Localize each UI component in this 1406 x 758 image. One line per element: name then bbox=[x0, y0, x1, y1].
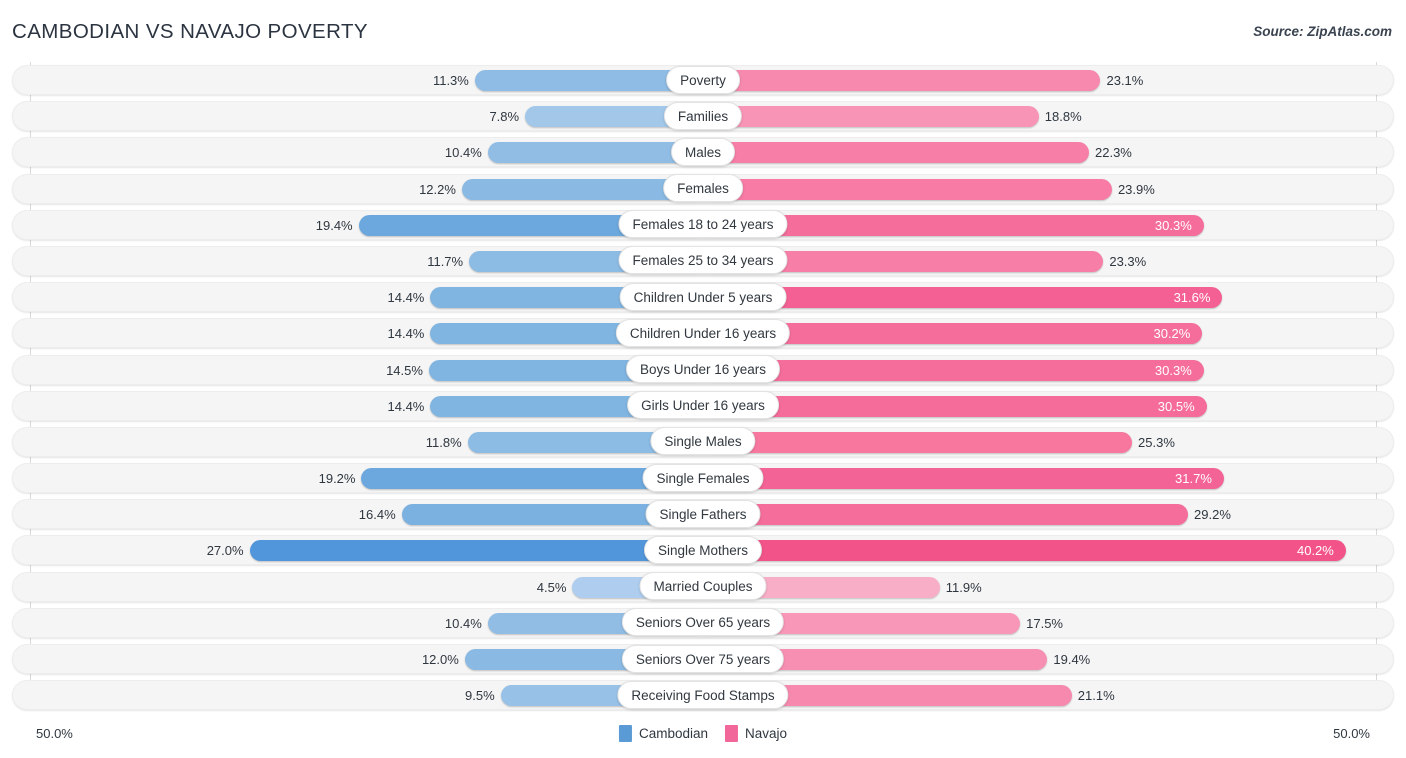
value-label-navajo: 11.9% bbox=[945, 579, 982, 595]
value-label-navajo: 31.6% bbox=[1173, 290, 1211, 306]
value-label-navajo: 23.3% bbox=[1109, 253, 1147, 269]
bar-navajo bbox=[703, 106, 1039, 128]
value-label-cambodian: 11.3% bbox=[432, 73, 469, 88]
value-label-cambodian: 10.4% bbox=[444, 145, 482, 161]
chart-row: 10.4% 22.3% Males bbox=[0, 134, 1406, 170]
category-label: Boys Under 16 years bbox=[625, 355, 781, 383]
chart-row: 19.2% 31.7% Single Females bbox=[0, 460, 1406, 496]
legend-swatch-icon bbox=[725, 725, 739, 742]
value-label-navajo: 30.3% bbox=[1154, 217, 1192, 233]
category-label: Single Males bbox=[650, 427, 756, 456]
chart-row: 16.4% 29.2% Single Fathers bbox=[0, 496, 1406, 532]
value-label-cambodian: 10.4% bbox=[444, 615, 482, 631]
page-title: Cambodian vs Navajo Poverty bbox=[12, 20, 368, 43]
chart-row: 11.3% 23.1% Poverty bbox=[0, 62, 1406, 98]
axis-label-right: 50.0% bbox=[1333, 726, 1370, 741]
value-label-navajo: 25.3% bbox=[1138, 434, 1175, 450]
value-label-cambodian: 11.7% bbox=[427, 253, 464, 269]
value-label-navajo: 23.1% bbox=[1106, 73, 1144, 88]
category-label: Single Females bbox=[642, 463, 764, 492]
value-label-navajo: 40.2% bbox=[1296, 543, 1334, 559]
chart-plot-area: 11.3% 23.1% Poverty 7.8% 18.8% Families 10.4% 2… bbox=[0, 62, 1406, 720]
value-label-cambodian: 27.0% bbox=[206, 543, 244, 559]
category-label: Children Under 5 years bbox=[619, 282, 787, 311]
value-label-cambodian: 16.4% bbox=[358, 507, 396, 523]
chart-legend: Cambodian Navajo bbox=[618, 725, 787, 742]
value-label-cambodian: 12.2% bbox=[419, 181, 456, 197]
category-label: Single Fathers bbox=[645, 499, 761, 528]
chart-row: 12.0% 19.4% Seniors Over 75 years bbox=[0, 641, 1406, 677]
value-label-cambodian: 12.0% bbox=[421, 652, 459, 667]
bar-cambodian bbox=[249, 540, 703, 562]
category-label: Receiving Food Stamps bbox=[617, 680, 789, 709]
chart-row: 14.4% 30.5% Girls Under 16 years bbox=[0, 388, 1406, 424]
category-label: Single Mothers bbox=[643, 535, 763, 564]
value-label-cambodian: 7.8% bbox=[489, 109, 520, 125]
value-label-navajo: 30.2% bbox=[1153, 326, 1191, 342]
value-label-cambodian: 19.4% bbox=[315, 217, 353, 233]
value-label-cambodian: 14.5% bbox=[386, 362, 423, 378]
bar-navajo bbox=[703, 178, 1112, 200]
chart-row: 9.5% 21.1% Receiving Food Stamps bbox=[0, 677, 1406, 713]
category-label: Males bbox=[670, 137, 736, 166]
category-label: Girls Under 16 years bbox=[627, 391, 779, 420]
value-label-cambodian: 4.5% bbox=[536, 579, 567, 595]
axis-label-left: 50.0% bbox=[36, 726, 73, 741]
chart-row: 11.8% 25.3% Single Males bbox=[0, 424, 1406, 460]
chart-page: Cambodian vs Navajo Poverty Source: ZipA… bbox=[0, 0, 1406, 758]
value-label-navajo: 31.7% bbox=[1175, 471, 1212, 487]
chart-row: 7.8% 18.8% Families bbox=[0, 98, 1406, 134]
value-label-cambodian: 14.4% bbox=[387, 326, 425, 342]
value-label-navajo: 18.8% bbox=[1044, 109, 1082, 125]
chart-row: 14.5% 30.3% Boys Under 16 years bbox=[0, 352, 1406, 388]
value-label-navajo: 23.9% bbox=[1117, 181, 1155, 197]
bar-navajo bbox=[703, 70, 1101, 91]
category-label: Females 25 to 34 years bbox=[618, 246, 788, 275]
legend-swatch-icon bbox=[618, 725, 632, 742]
chart-row: 11.7% 23.3% Females 25 to 34 years bbox=[0, 243, 1406, 279]
category-label: Children Under 16 years bbox=[615, 318, 791, 347]
category-label: Poverty bbox=[666, 65, 740, 94]
value-label-navajo: 29.2% bbox=[1194, 507, 1231, 523]
source-attribution: Source: ZipAtlas.com bbox=[1253, 24, 1392, 39]
chart-row: 27.0% 40.2% Single Mothers bbox=[0, 532, 1406, 568]
chart-row: 4.5% 11.9% Married Couples bbox=[0, 569, 1406, 605]
bar-navajo bbox=[703, 142, 1089, 164]
category-label: Females 18 to 24 years bbox=[618, 210, 788, 239]
value-label-cambodian: 9.5% bbox=[465, 688, 495, 704]
legend-label: Navajo bbox=[745, 726, 788, 741]
value-label-navajo: 21.1% bbox=[1077, 688, 1115, 704]
value-label-navajo: 30.5% bbox=[1157, 398, 1195, 414]
chart-row: 12.2% 23.9% Females bbox=[0, 171, 1406, 207]
value-label-cambodian: 19.2% bbox=[318, 471, 356, 487]
bar-navajo bbox=[703, 504, 1189, 526]
legend-label: Cambodian bbox=[638, 726, 709, 741]
chart-row: 14.4% 30.2% Children Under 16 years bbox=[0, 315, 1406, 351]
value-label-navajo: 19.4% bbox=[1053, 652, 1091, 667]
value-label-navajo: 22.3% bbox=[1095, 145, 1132, 161]
value-label-cambodian: 14.4% bbox=[387, 398, 425, 414]
chart-row: 14.4% 31.6% Children Under 5 years bbox=[0, 279, 1406, 315]
bar-navajo bbox=[703, 540, 1346, 562]
legend-item[interactable]: Cambodian bbox=[618, 725, 709, 742]
value-label-navajo: 30.3% bbox=[1154, 362, 1192, 378]
value-label-cambodian: 11.8% bbox=[425, 434, 462, 450]
value-label-cambodian: 14.4% bbox=[387, 290, 425, 306]
chart-rows: 11.3% 23.1% Poverty 7.8% 18.8% Families 10.4% 2… bbox=[0, 62, 1406, 713]
category-label: Married Couples bbox=[639, 572, 767, 601]
chart-footer: 50.0% 50.0% Cambodian Navajo bbox=[0, 720, 1406, 758]
value-label-navajo: 17.5% bbox=[1026, 615, 1063, 631]
category-label: Seniors Over 65 years bbox=[621, 608, 785, 637]
category-label: Females bbox=[663, 174, 743, 203]
chart-row: 10.4% 17.5% Seniors Over 65 years bbox=[0, 605, 1406, 641]
category-label: Seniors Over 75 years bbox=[621, 644, 785, 673]
category-label: Families bbox=[663, 101, 743, 130]
bar-navajo bbox=[703, 431, 1133, 453]
bar-navajo bbox=[703, 468, 1224, 490]
legend-item[interactable]: Navajo bbox=[725, 725, 787, 742]
chart-row: 19.4% 30.3% Females 18 to 24 years bbox=[0, 207, 1406, 243]
